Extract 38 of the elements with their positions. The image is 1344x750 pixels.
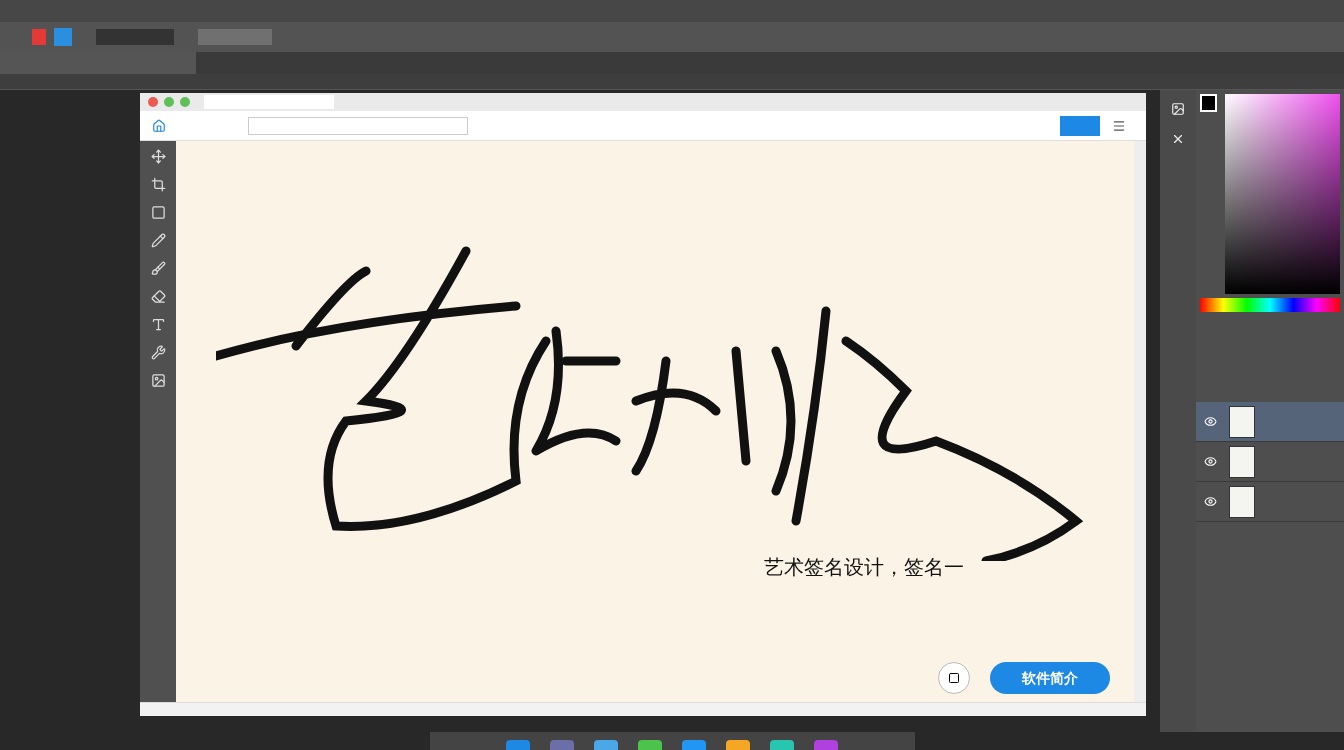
caption-text: 艺术签名设计，签名一 — [764, 555, 964, 580]
tool-icon[interactable] — [150, 233, 166, 248]
app-icon[interactable] — [770, 740, 794, 750]
swatch-icon[interactable] — [32, 29, 46, 45]
address-field[interactable] — [248, 116, 468, 135]
layer-thumbnail — [1229, 405, 1255, 438]
layer-thumbnail — [1229, 445, 1255, 478]
tool-icon[interactable] — [150, 289, 166, 304]
swatch-icon[interactable] — [54, 28, 72, 46]
visibility-icon[interactable] — [1204, 455, 1217, 468]
app-icon[interactable] — [506, 740, 530, 750]
tool-icon[interactable] — [150, 149, 166, 164]
app-icon[interactable] — [682, 740, 706, 750]
panel-icon[interactable] — [1171, 102, 1185, 116]
tool-icon[interactable] — [150, 205, 166, 220]
app-icon[interactable] — [638, 740, 662, 750]
menu-icon[interactable] — [1112, 118, 1126, 133]
tool-icon[interactable] — [150, 345, 166, 360]
tool-icon[interactable] — [150, 373, 166, 388]
app-icon[interactable] — [594, 740, 618, 750]
tool-icon[interactable] — [150, 177, 166, 192]
visibility-icon[interactable] — [1204, 415, 1217, 428]
home-icon[interactable] — [152, 118, 166, 133]
visibility-icon[interactable] — [1204, 495, 1217, 508]
square-icon — [948, 672, 960, 684]
tool-icon[interactable] — [150, 317, 166, 332]
copy-button[interactable] — [938, 662, 970, 694]
app-icon[interactable] — [726, 740, 750, 750]
menu-button[interactable] — [1060, 115, 1100, 136]
tool-icon[interactable] — [150, 261, 166, 276]
layer-row[interactable] — [1196, 402, 1344, 442]
close-icon[interactable] — [1171, 132, 1185, 146]
color-field[interactable] — [1225, 94, 1340, 294]
foreground-swatch[interactable] — [1200, 94, 1218, 112]
size-field[interactable] — [198, 29, 272, 45]
layer-thumbnail — [1229, 485, 1255, 518]
mode-field[interactable] — [96, 29, 174, 45]
intro-button[interactable]: 软件简介 — [990, 662, 1110, 694]
